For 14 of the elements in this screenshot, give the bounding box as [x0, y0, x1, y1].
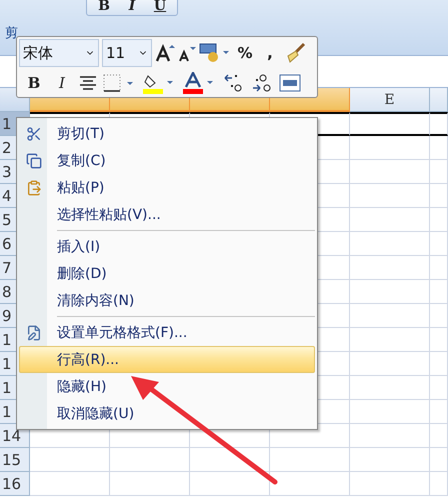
font-name-field[interactable]: 宋体 — [19, 39, 99, 67]
format-button[interactable]: % — [234, 41, 256, 65]
format-button[interactable]: B — [91, 0, 117, 14]
format-button[interactable]: , — [259, 41, 281, 65]
menu-item[interactable]: 行高(R)... — [19, 346, 315, 373]
format-button[interactable]: I — [119, 0, 145, 14]
row-header[interactable]: 15 — [0, 448, 30, 472]
font-size-field[interactable]: 11 — [102, 39, 152, 67]
row-header[interactable]: 16 — [0, 472, 30, 496]
italic-button[interactable]: I — [51, 70, 73, 94]
format-button[interactable]: U — [147, 0, 173, 14]
column-header[interactable]: E — [350, 88, 430, 112]
group-label: 剪 — [5, 25, 19, 42]
bold-button[interactable]: B — [23, 70, 45, 94]
